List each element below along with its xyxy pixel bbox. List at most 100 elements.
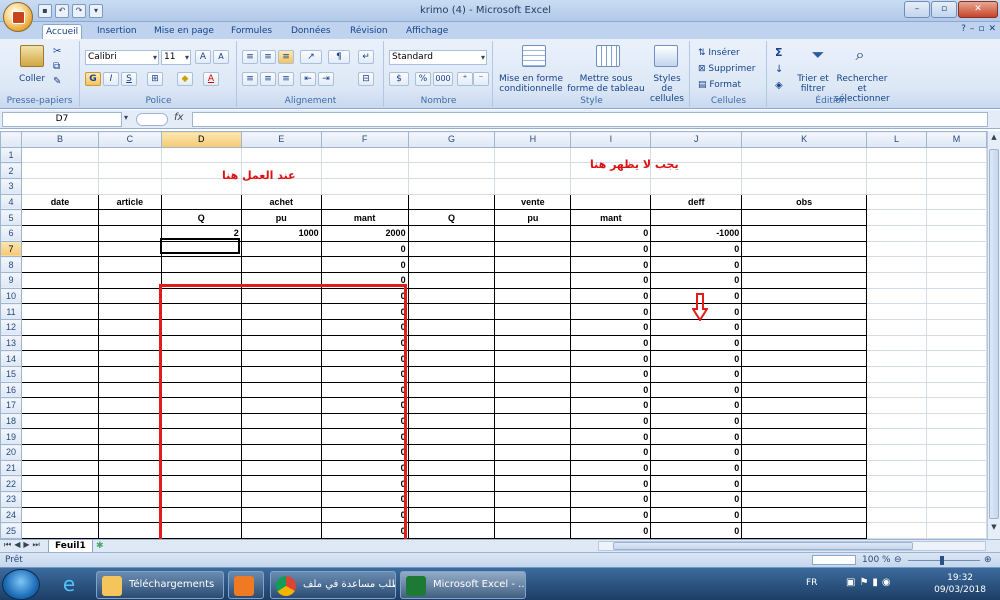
currency-icon[interactable]: $ bbox=[389, 72, 409, 86]
cell-B10[interactable] bbox=[20, 287, 99, 305]
cell-H9[interactable] bbox=[494, 271, 572, 289]
cell-I22[interactable]: 0 bbox=[570, 475, 652, 493]
cell-H2[interactable] bbox=[494, 162, 572, 179]
cell-H8[interactable] bbox=[494, 256, 572, 273]
cell-B19[interactable] bbox=[20, 428, 99, 446]
cell-D18[interactable] bbox=[160, 412, 242, 430]
column-header[interactable]: M bbox=[925, 131, 987, 148]
cell-G4[interactable] bbox=[408, 193, 496, 211]
cell-D17[interactable] bbox=[160, 397, 242, 414]
cell-M9[interactable] bbox=[925, 271, 987, 289]
name-box-dropdown-icon[interactable]: ▾ bbox=[124, 113, 128, 122]
cell-J18[interactable]: 0 bbox=[650, 412, 743, 430]
cell-E22[interactable] bbox=[240, 475, 322, 493]
borders-icon[interactable]: ⊞ bbox=[147, 72, 163, 86]
copy-icon[interactable]: ⧉ bbox=[52, 60, 61, 73]
cell-K14[interactable] bbox=[741, 350, 868, 367]
cell-M12[interactable] bbox=[925, 318, 987, 336]
cell-F18[interactable]: 0 bbox=[320, 412, 409, 430]
cell-M16[interactable] bbox=[925, 381, 987, 399]
row-header[interactable]: 2 bbox=[0, 162, 22, 179]
zoom-slider[interactable] bbox=[908, 560, 980, 561]
workbook-close-icon[interactable]: ✕ bbox=[988, 24, 996, 34]
cell-L10[interactable] bbox=[866, 287, 927, 305]
cell-L15[interactable] bbox=[866, 365, 927, 383]
cell-B23[interactable] bbox=[20, 491, 99, 508]
sheet-nav-icons[interactable]: ⏮◀▶⏭ bbox=[4, 540, 43, 550]
orientation-icon[interactable]: ↗ bbox=[300, 50, 322, 64]
cell-M23[interactable] bbox=[925, 491, 987, 508]
cell-I17[interactable]: 0 bbox=[570, 397, 652, 414]
tab-insertion[interactable]: Insertion bbox=[94, 24, 140, 39]
cell-B2[interactable] bbox=[20, 162, 99, 179]
table-format-button[interactable]: Mettre sous forme de tableau bbox=[566, 73, 646, 95]
cell-I9[interactable]: 0 bbox=[570, 271, 652, 289]
cell-B4[interactable]: date bbox=[20, 193, 99, 211]
cell-B15[interactable] bbox=[20, 365, 99, 383]
cell-I6[interactable]: 0 bbox=[570, 224, 652, 242]
decrease-decimal-icon[interactable]: ⁻ bbox=[473, 72, 489, 86]
font-color-icon[interactable]: A bbox=[203, 72, 219, 86]
cell-C6[interactable] bbox=[97, 224, 162, 242]
cell-F5[interactable]: mant bbox=[320, 209, 409, 226]
cut-icon[interactable]: ✂ bbox=[52, 45, 62, 58]
cell-I7[interactable]: 0 bbox=[570, 240, 652, 258]
cell-K23[interactable] bbox=[741, 491, 868, 508]
cell-D11[interactable] bbox=[160, 303, 242, 320]
decrease-indent-icon[interactable]: ⇤ bbox=[300, 72, 316, 86]
cell-C11[interactable] bbox=[97, 303, 162, 320]
cell-F14[interactable]: 0 bbox=[320, 350, 409, 367]
horizontal-scroll-thumb[interactable] bbox=[613, 542, 913, 550]
cell-M13[interactable] bbox=[925, 334, 987, 352]
wrap-text-icon[interactable]: ↵ bbox=[358, 50, 374, 64]
cell-K21[interactable] bbox=[741, 459, 868, 477]
cell-H19[interactable] bbox=[494, 428, 572, 446]
cell-D12[interactable] bbox=[160, 318, 242, 336]
cell-D20[interactable] bbox=[160, 444, 242, 461]
format-button[interactable]: ▤ Format bbox=[697, 79, 742, 91]
row-header[interactable]: 14 bbox=[0, 350, 22, 367]
vertical-scroll-thumb[interactable] bbox=[989, 149, 999, 519]
cell-E19[interactable] bbox=[240, 428, 322, 446]
cell-M5[interactable] bbox=[925, 209, 987, 226]
cell-F11[interactable]: 0 bbox=[320, 303, 409, 320]
cell-G2[interactable] bbox=[407, 162, 496, 179]
cell-G9[interactable] bbox=[407, 271, 496, 289]
cell-I23[interactable]: 0 bbox=[570, 491, 652, 508]
format-painter-icon[interactable]: ✎ bbox=[52, 75, 62, 88]
cell-G11[interactable] bbox=[407, 303, 496, 320]
cell-F3[interactable] bbox=[320, 177, 409, 195]
cell-B12[interactable] bbox=[20, 318, 99, 336]
cell-H5[interactable]: pu bbox=[494, 209, 572, 226]
row-header[interactable]: 3 bbox=[0, 177, 22, 195]
cell-H4[interactable]: vente bbox=[494, 193, 572, 211]
cell-L2[interactable] bbox=[866, 162, 927, 179]
cell-H12[interactable] bbox=[494, 318, 572, 336]
cell-E14[interactable] bbox=[240, 350, 322, 367]
cell-H16[interactable] bbox=[494, 381, 572, 399]
cell-M15[interactable] bbox=[925, 365, 987, 383]
cell-G21[interactable] bbox=[407, 459, 496, 477]
cell-I21[interactable]: 0 bbox=[570, 459, 652, 477]
cell-D14[interactable] bbox=[160, 350, 242, 367]
cell-E16[interactable] bbox=[240, 381, 322, 399]
select-all-corner[interactable] bbox=[0, 131, 22, 148]
cell-G8[interactable] bbox=[407, 256, 496, 273]
cell-E12[interactable] bbox=[240, 318, 322, 336]
cell-F6[interactable]: 2000 bbox=[320, 224, 409, 242]
cell-K9[interactable] bbox=[741, 271, 868, 289]
cell-M18[interactable] bbox=[925, 412, 987, 430]
cell-L5[interactable] bbox=[866, 209, 927, 226]
cell-G13[interactable] bbox=[407, 334, 496, 352]
cell-I19[interactable]: 0 bbox=[570, 428, 652, 446]
taskbar-item-excel[interactable]: Microsoft Excel - ... bbox=[400, 571, 526, 599]
cell-D4[interactable] bbox=[161, 193, 242, 211]
row-header[interactable]: 25 bbox=[0, 522, 22, 539]
clear-icon[interactable]: ◈ bbox=[774, 79, 784, 92]
zoom-out-icon[interactable]: ⊖ bbox=[894, 555, 902, 565]
autosum-button[interactable]: Σ bbox=[774, 45, 784, 60]
cell-K10[interactable] bbox=[741, 287, 868, 305]
cell-I16[interactable]: 0 bbox=[570, 381, 652, 399]
cell-L24[interactable] bbox=[866, 506, 927, 524]
column-header[interactable]: F bbox=[320, 131, 409, 148]
